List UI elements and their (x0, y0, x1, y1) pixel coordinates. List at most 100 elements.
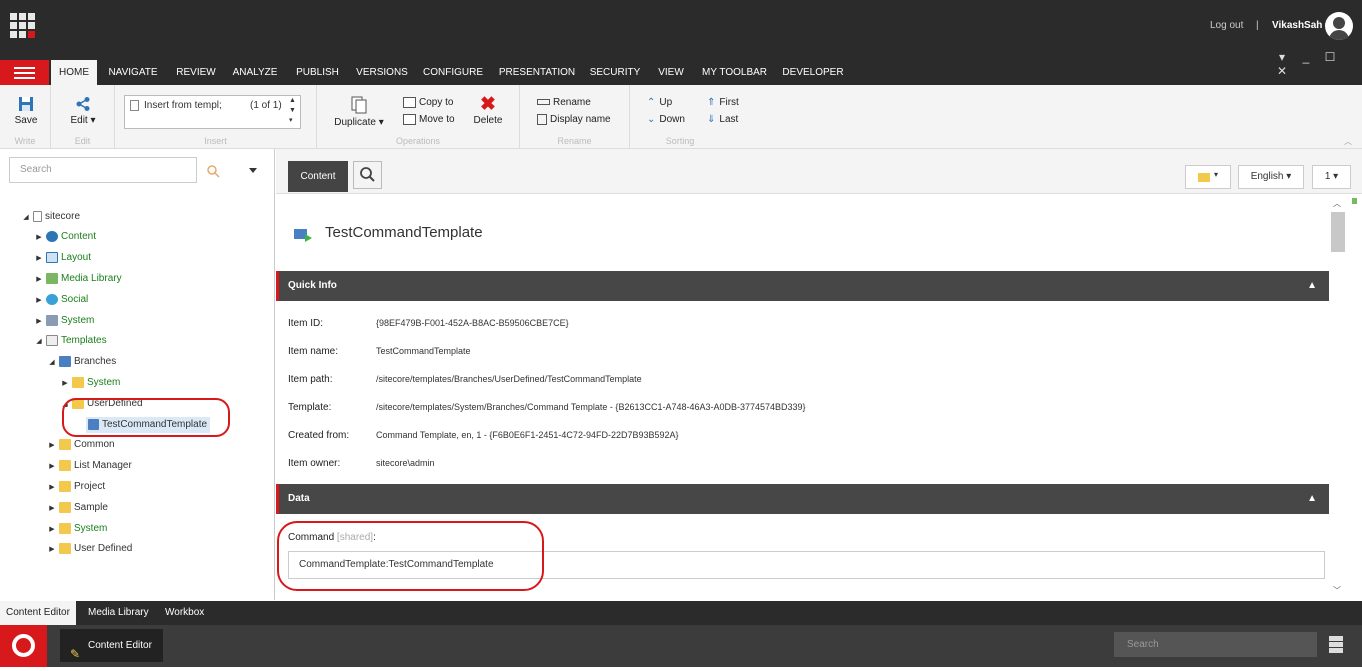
duplicate-button[interactable]: Duplicate ▾ (333, 96, 385, 128)
insert-group-label: Insert (204, 136, 227, 146)
folder-icon (59, 542, 71, 554)
last-button[interactable]: ⇓ Last (707, 114, 738, 125)
created-from-value[interactable]: Command Template, en, 1 - {F6B0E6F1-2451… (376, 430, 679, 440)
data-section-header[interactable]: Data ▲ (276, 484, 1329, 514)
close-icon[interactable]: ✕ (1270, 64, 1294, 78)
language-selector[interactable]: English ▾ (1238, 165, 1304, 189)
maximize-icon[interactable]: ☐ (1318, 50, 1342, 64)
tab-configure[interactable]: CONFIGURE (419, 60, 487, 85)
item-path-value: /sitecore/templates/Branches/UserDefined… (376, 374, 642, 384)
scrollbar-thumb[interactable] (1331, 212, 1345, 252)
tab-developer[interactable]: DEVELOPER (780, 60, 846, 85)
dropdown-icon[interactable]: ▾ (1270, 50, 1294, 64)
up-button[interactable]: ⌃ Up (647, 97, 672, 108)
username[interactable]: VikashSah (1272, 20, 1322, 31)
folder-icon (59, 480, 71, 492)
minimize-icon[interactable]: _ (1294, 50, 1318, 64)
logout-link[interactable]: Log out (1210, 20, 1243, 31)
tree-node[interactable]: ▶ List Manager (47, 458, 132, 474)
collapse-ribbon-icon[interactable]: ︿ (1344, 136, 1352, 147)
language-label: English (1250, 171, 1284, 182)
tab-review[interactable]: REVIEW (172, 60, 220, 85)
media-library-icon (46, 272, 58, 284)
tab-view[interactable]: VIEW (652, 60, 690, 85)
rename-button[interactable]: Rename (537, 97, 591, 108)
taskbar-search-input[interactable]: Search (1114, 632, 1317, 657)
tab-analyze[interactable]: ANALYZE (228, 60, 282, 85)
tree-node-label: sitecore (45, 211, 81, 222)
app-launcher-icon[interactable] (10, 13, 36, 39)
tab-content-editor[interactable]: Content Editor (0, 601, 76, 625)
tab-media-library[interactable]: Media Library (82, 601, 155, 625)
down-button[interactable]: ⌄ Down (647, 114, 685, 125)
tab-presentation[interactable]: PRESENTATION (495, 60, 579, 85)
tab-navigate[interactable]: NAVIGATE (103, 60, 163, 85)
tree-node[interactable]: ◢ sitecore (21, 209, 80, 225)
tab-my-toolbar[interactable]: MY TOOLBAR (697, 60, 772, 85)
tree-node[interactable]: ▶ System (47, 521, 107, 537)
tree-node[interactable]: ▶ User Defined (47, 541, 132, 557)
edit-button[interactable]: Edit ▾ (68, 96, 98, 126)
tree-node[interactable]: ▶ Layout (34, 250, 91, 266)
write-group-label: Write (14, 136, 36, 146)
tree-node[interactable]: ▶ Project (47, 479, 105, 495)
scroll-down-icon[interactable]: ﹀ (1333, 585, 1341, 596)
version-label: 1 (1324, 171, 1331, 182)
collapse-icon[interactable]: ▲ (1307, 271, 1317, 301)
scroll-up-icon[interactable]: ︿ (1333, 198, 1341, 209)
tree-node-label: Sample (74, 502, 108, 513)
version-selector[interactable]: 1 ▾ (1312, 165, 1351, 189)
tree-node[interactable]: ▶ System (34, 313, 94, 329)
search-dropdown-icon[interactable] (249, 168, 257, 173)
tab-home[interactable]: HOME (51, 60, 97, 85)
tree-node[interactable]: ▶ Content (34, 229, 96, 245)
tree-node[interactable]: ▶ Media Library (34, 271, 122, 287)
move-to-button[interactable]: Move to (403, 114, 455, 125)
tree-node[interactable]: ▶ System (60, 375, 120, 391)
tree-node-label: Branches (74, 356, 117, 367)
taskbar-content-editor[interactable]: ✎ Content Editor (60, 629, 163, 662)
branches-icon (59, 355, 71, 367)
delete-button[interactable]: ✖ Delete (472, 95, 504, 127)
tree-node[interactable]: ◢ Branches (47, 354, 116, 370)
display-name-button[interactable]: Display name (537, 114, 611, 125)
insert-list[interactable]: Insert from templ; (1 of 1) ▲ ▼ ▾ (124, 95, 301, 129)
rename-label: Rename (553, 97, 591, 108)
avatar[interactable] (1325, 12, 1353, 40)
collapse-icon[interactable]: ▲ (1307, 484, 1317, 514)
sitecore-logo-icon[interactable] (0, 625, 47, 667)
tree-node[interactable]: ▶ Sample (47, 500, 108, 516)
search-icon[interactable] (206, 164, 220, 178)
copy-to-button[interactable]: Copy to (403, 97, 453, 108)
insert-item-label[interactable]: Insert from templ; (144, 100, 222, 111)
search-input[interactable]: Search (9, 157, 197, 183)
ribbon-group-rename: Rename Display name Rename (520, 85, 630, 149)
scrollbar[interactable] (1329, 194, 1347, 600)
menu-icon[interactable] (0, 60, 49, 85)
ribbon-group-edit: Edit ▾ Edit (51, 85, 115, 149)
tree-node[interactable]: ◢ Templates (34, 333, 107, 349)
tree-node-label: Common (74, 439, 115, 450)
tab-publish[interactable]: PUBLISH (290, 60, 345, 85)
save-label: Save (14, 115, 38, 126)
search-button[interactable] (353, 161, 382, 189)
template-value[interactable]: /sitecore/templates/System/Branches/Comm… (376, 402, 806, 412)
duplicate-icon (351, 96, 367, 114)
sorting-group-label: Sorting (665, 136, 695, 146)
tab-workbox[interactable]: Workbox (159, 601, 210, 625)
tab-content[interactable]: Content (288, 161, 348, 192)
tab-versions[interactable]: VERSIONS (352, 60, 412, 85)
item-name-value: TestCommandTemplate (376, 346, 471, 356)
last-label: Last (719, 114, 739, 125)
server-icon[interactable] (1329, 636, 1343, 654)
save-button[interactable]: Save (14, 96, 38, 126)
quick-info-header[interactable]: Quick Info ▲ (276, 271, 1329, 301)
flag-button[interactable]: ▾ (1185, 165, 1231, 189)
tab-security[interactable]: SECURITY (586, 60, 644, 85)
tree-node-label: Templates (61, 335, 107, 346)
insert-scroll-arrows[interactable]: ▲ ▼ ▾ (289, 96, 296, 126)
tree-node[interactable]: ▶ Common (47, 437, 115, 453)
first-button[interactable]: ⇑ First (707, 97, 739, 108)
tree-node[interactable]: ▶ Social (34, 292, 88, 308)
save-icon (19, 97, 33, 111)
